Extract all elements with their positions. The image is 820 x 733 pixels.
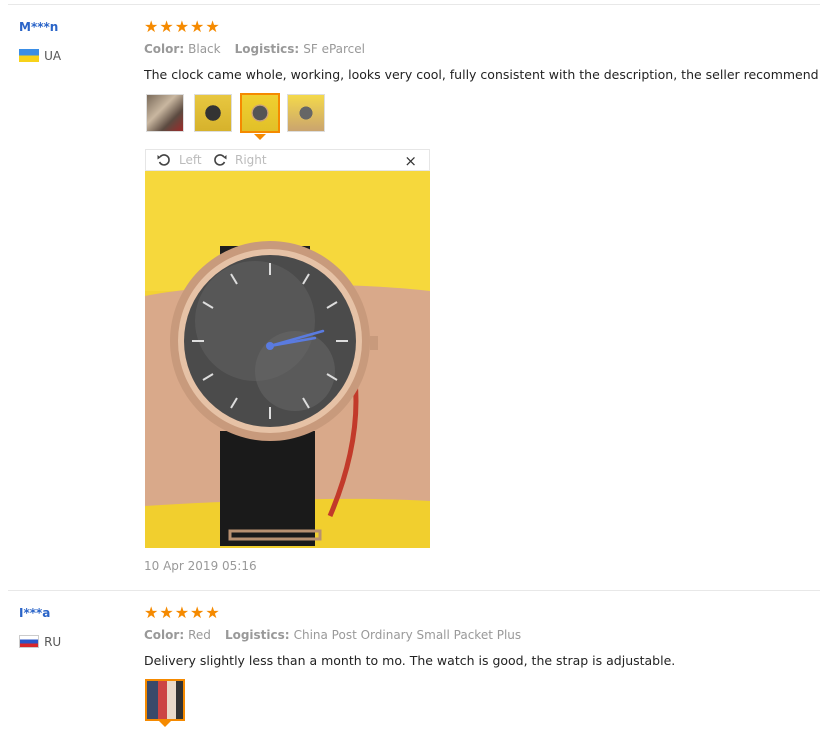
rotate-left-label[interactable]: Left xyxy=(179,153,202,167)
star-rating: ★★★★★ xyxy=(144,17,221,36)
ukraine-flag-icon xyxy=(19,49,39,62)
review-photo-thumb-selected[interactable] xyxy=(240,93,280,133)
reviewer-name[interactable]: I***a xyxy=(19,606,50,620)
photo-viewer-toolbar: Left Right × xyxy=(145,149,430,171)
review-photo-thumb[interactable] xyxy=(287,94,325,132)
review-photo-thumb[interactable] xyxy=(146,94,184,132)
review-date: 10 Apr 2019 05:16 xyxy=(144,559,257,573)
review-photo-thumb[interactable] xyxy=(194,94,232,132)
watch-photo xyxy=(145,171,430,548)
order-info: Color: Red Logistics: China Post Ordinary S… xyxy=(144,628,521,642)
review-photo-large xyxy=(145,171,430,548)
rotate-right-icon[interactable] xyxy=(212,152,228,168)
color-value: Red xyxy=(188,628,211,642)
logistics-value: SF eParcel xyxy=(303,42,365,56)
selected-caret-icon xyxy=(254,134,266,140)
order-info: Color: Black Logistics: SF eParcel xyxy=(144,42,365,56)
rotate-left-icon[interactable] xyxy=(156,152,172,168)
close-icon[interactable]: × xyxy=(404,152,417,170)
review-divider xyxy=(8,4,820,5)
logistics-label: Logistics: xyxy=(234,42,300,56)
review-photo-thumb-selected[interactable] xyxy=(145,679,185,721)
country-code: RU xyxy=(44,635,62,649)
logistics-value: China Post Ordinary Small Packet Plus xyxy=(293,628,522,642)
reviewer-country: RU xyxy=(19,631,61,650)
reviewer-name[interactable]: M***n xyxy=(19,20,58,34)
color-label: Color: xyxy=(144,628,185,642)
reviewer-country: UA xyxy=(19,45,61,64)
star-rating: ★★★★★ xyxy=(144,603,221,622)
logistics-label: Logistics: xyxy=(224,628,290,642)
review-text: The clock came whole, working, looks ver… xyxy=(144,67,819,82)
review-divider xyxy=(8,590,820,591)
country-code: UA xyxy=(44,49,62,63)
color-label: Color: xyxy=(144,42,185,56)
russia-flag-icon xyxy=(19,635,39,648)
selected-caret-icon xyxy=(159,721,171,727)
color-value: Black xyxy=(188,42,221,56)
review-text: Delivery slightly less than a month to m… xyxy=(144,653,676,668)
rotate-right-label[interactable]: Right xyxy=(235,153,267,167)
